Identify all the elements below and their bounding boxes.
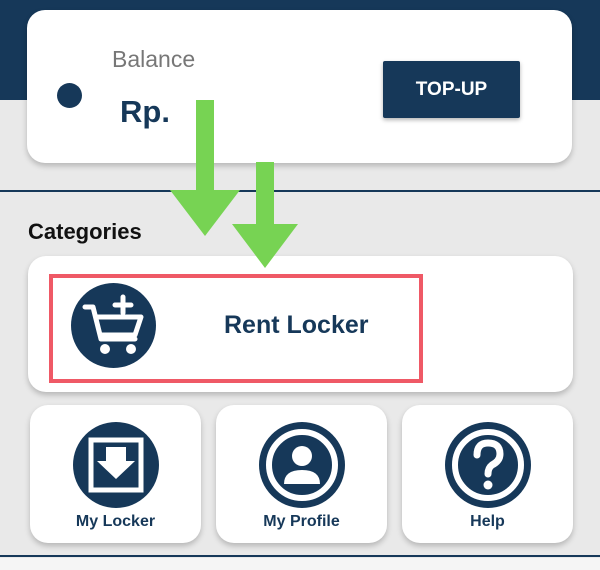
annotation-arrow-down-icon xyxy=(232,162,298,268)
top-up-button[interactable]: TOP-UP xyxy=(383,61,520,118)
bottom-divider xyxy=(0,555,600,557)
my-locker-tile[interactable]: My Locker xyxy=(30,405,201,543)
bottom-strip xyxy=(0,558,600,570)
my-locker-label: My Locker xyxy=(75,513,156,530)
cart-add-icon xyxy=(71,283,156,368)
my-profile-tile[interactable]: My Profile xyxy=(216,405,387,543)
help-question-icon xyxy=(444,421,532,509)
user-profile-icon xyxy=(258,421,346,509)
help-label: Help xyxy=(470,513,505,530)
my-profile-label: My Profile xyxy=(263,513,340,530)
rent-locker-label: Rent Locker xyxy=(224,311,369,339)
section-divider xyxy=(0,190,600,192)
balance-indicator-dot xyxy=(57,83,82,108)
categories-heading: Categories xyxy=(28,219,142,244)
balance-amount: Rp. xyxy=(120,94,170,129)
balance-label: Balance xyxy=(112,46,196,72)
locker-download-icon xyxy=(72,421,160,509)
help-tile[interactable]: Help xyxy=(402,405,573,543)
